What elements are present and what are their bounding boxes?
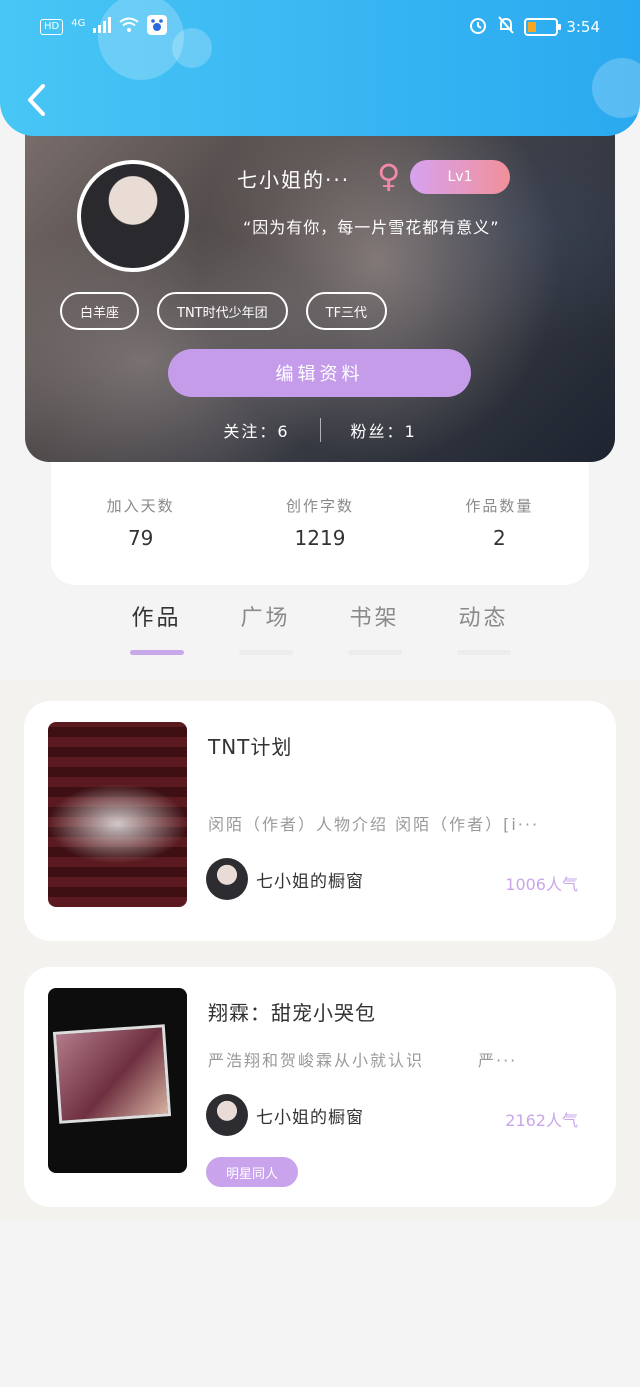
work-card[interactable]: TNT计划 闵陌（作者）人物介绍 闵陌（作者）[i··· 七小姐的橱窗 1006… [24,701,616,941]
popularity-count: 2162人气 [505,1111,578,1130]
female-icon: ♀ [377,157,401,195]
work-description: 闵陌（作者）人物介绍 闵陌（作者）[i··· [208,815,540,834]
stat-label: 创作字数 [285,497,354,515]
follow-stats: 关注：6 粉丝：1 [25,418,615,442]
work-cover-image[interactable] [48,988,187,1173]
stat-value: 2 [492,526,506,550]
tag-chip[interactable]: TNT时代少年团 [157,292,288,330]
author-name: 七小姐的橱窗 [256,1107,364,1128]
battery-icon [524,18,562,36]
tab-works[interactable]: 作品 [102,600,211,658]
stat-value: 79 [127,526,154,550]
work-author[interactable]: 七小姐的橱窗 [206,858,364,900]
tab-bookshelf[interactable]: 书架 [320,600,429,658]
author-name: 七小姐的橱窗 [256,871,364,892]
motto: “因为有你，每一片雪花都有意义” [243,218,500,237]
work-description: 严浩翔和贺峻霖从小就认识 严··· [208,1051,518,1070]
stat-works-count: 作品数量 2 [410,495,589,585]
hd-indicator: HD [40,19,64,35]
profile-card: 七小姐的··· ♀ Lv1 “因为有你，每一片雪花都有意义” 白羊座 TNT时代… [25,128,615,462]
tab-indicator [238,650,293,655]
tag-chip[interactable]: TF三代 [305,292,388,330]
level-badge: Lv1 [410,160,510,194]
work-card[interactable]: 翔霖：甜宠小哭包 严浩翔和贺峻霖从小就认识 严··· 七小姐的橱窗 2162人气… [24,967,616,1207]
wifi-icon [119,17,139,37]
avatar[interactable] [77,160,189,272]
stats-panel: 加入天数 79 创作字数 1219 作品数量 2 [51,455,589,585]
tag-chip[interactable]: 白羊座 [60,292,140,330]
stat-label: 加入天数 [106,497,175,515]
mute-icon [496,15,516,39]
followers-count[interactable]: 粉丝：1 [351,418,417,442]
decorative-bubble [98,0,184,80]
stat-value: 1219 [294,526,346,550]
alarm-icon [468,15,488,39]
decorative-bubble [592,58,640,118]
tab-bar: 作品 广场 书架 动态 [102,600,538,658]
clock: 3:54 [566,18,600,36]
chevron-left-icon [28,84,45,116]
tab-label: 书架 [349,606,400,631]
tab-label: 作品 [131,606,182,631]
edit-profile-button[interactable]: 编辑资料 [168,349,471,397]
tab-square[interactable]: 广场 [211,600,320,658]
tag-list: 白羊座 TNT时代少年团 TF三代 [60,292,388,330]
stat-join-days: 加入天数 79 [51,495,230,585]
tab-activity[interactable]: 动态 [429,600,538,658]
tab-label: 动态 [458,606,509,631]
author-avatar [206,1094,248,1136]
baidu-app-icon [147,15,168,39]
tab-indicator [129,650,184,655]
stat-label: 作品数量 [465,497,534,515]
divider [319,418,321,442]
top-header: HD 4G 3:54 [0,0,640,136]
work-title: 翔霖：甜宠小哭包 [208,1001,376,1025]
back-button[interactable] [20,80,52,120]
tab-indicator [347,650,402,655]
status-bar: HD 4G 3:54 [40,14,600,40]
tab-indicator [456,650,511,655]
nickname: 七小姐的··· [237,168,351,192]
following-count[interactable]: 关注：6 [223,418,289,442]
signal-icon [93,17,112,37]
tab-label: 广场 [240,606,291,631]
popularity-count: 1006人气 [505,875,578,894]
stat-word-count: 创作字数 1219 [230,495,409,585]
network-type: 4G [71,17,86,29]
work-author[interactable]: 七小姐的橱窗 [206,1094,364,1136]
work-cover-image[interactable] [48,722,187,907]
author-avatar [206,858,248,900]
work-title: TNT计划 [208,735,293,759]
genre-tag[interactable]: 明星同人 [206,1157,299,1187]
